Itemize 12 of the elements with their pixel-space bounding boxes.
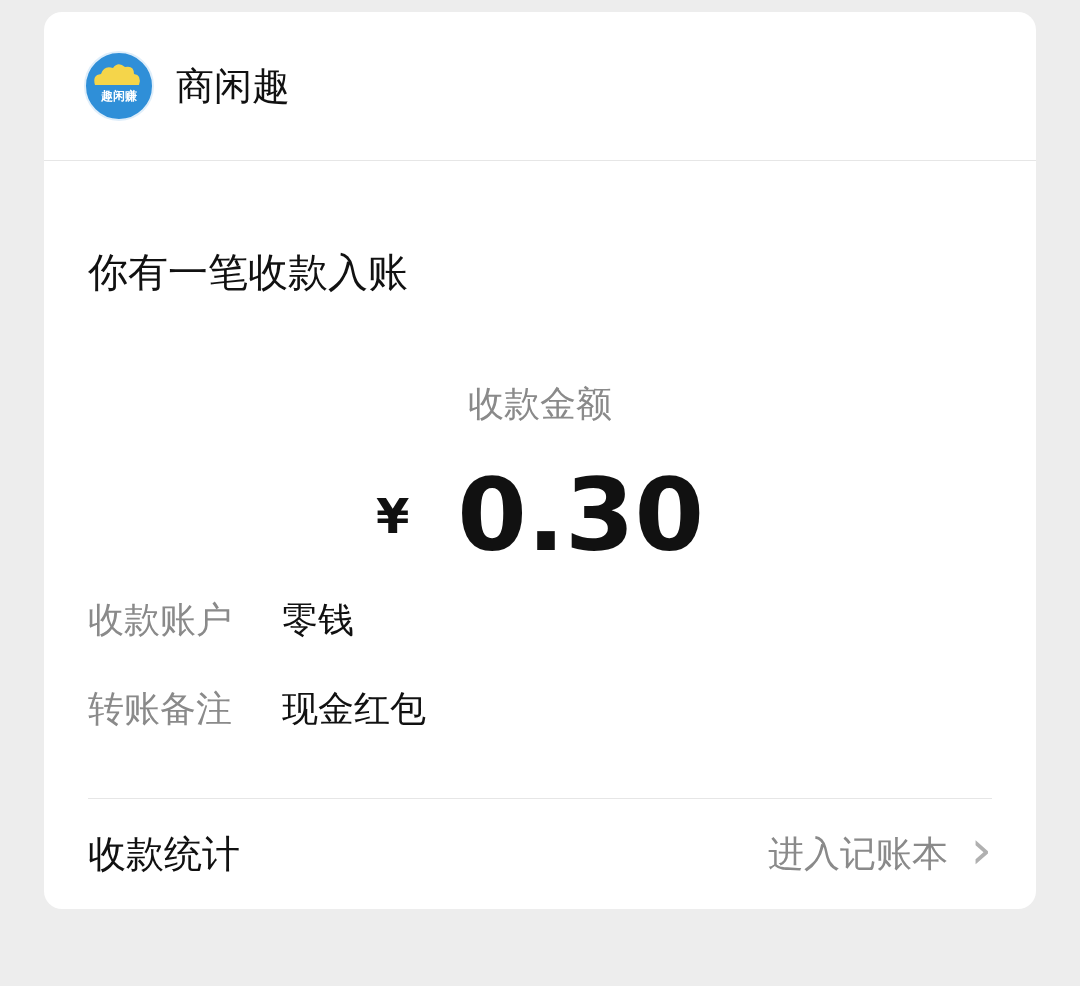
cloud-icon (92, 61, 142, 87)
detail-label: 转账备注 (88, 687, 232, 731)
amount-label: 收款金额 (467, 382, 613, 426)
logo-text: 趣闲赚 (101, 88, 137, 105)
amount-value: 0.30 (457, 457, 705, 574)
currency-symbol: ¥ (375, 487, 410, 544)
detail-label: 收款账户 (88, 598, 232, 642)
detail-value: 零钱 (282, 598, 354, 642)
message-title: 你有一笔收款入账 (88, 248, 409, 297)
stats-label: 收款统计 (88, 830, 240, 878)
app-name: 商闲趣 (176, 62, 290, 110)
detail-value: 现金红包 (282, 687, 426, 731)
